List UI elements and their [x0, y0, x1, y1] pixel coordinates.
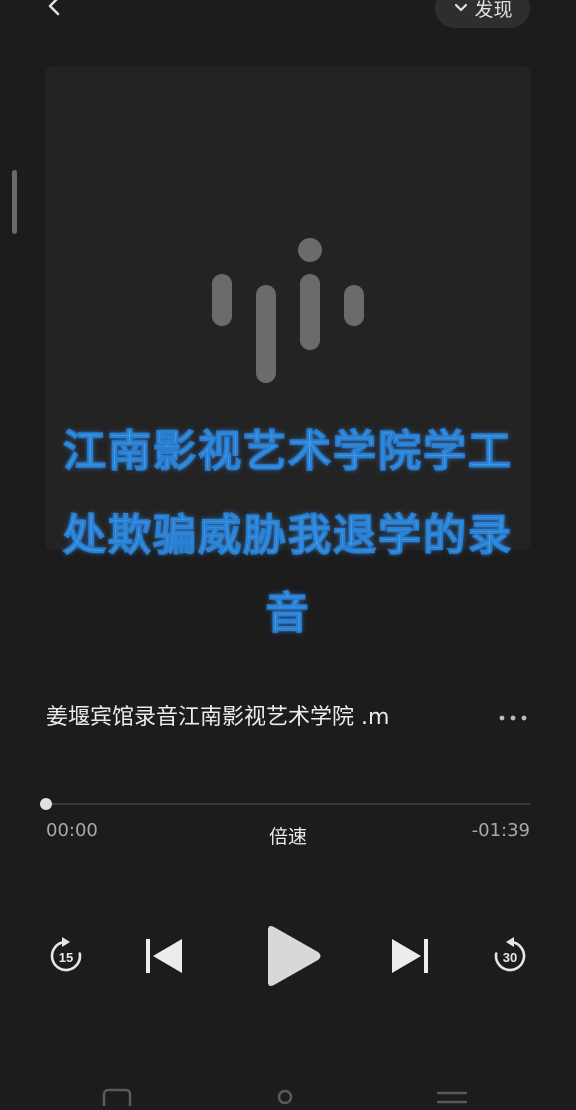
skip-next-icon	[392, 939, 428, 973]
overlay-caption-line-2: 处欺骗威胁我退学的录	[63, 511, 513, 561]
skip-previous-icon	[146, 939, 182, 973]
recents-button[interactable]	[102, 1088, 132, 1110]
remaining-time: -01:39	[471, 820, 530, 841]
more-button[interactable]	[496, 706, 530, 730]
chevron-left-icon	[48, 0, 60, 16]
next-track-button[interactable]	[390, 936, 432, 976]
track-title: 姜堰宾馆录音江南影视艺术学院 .m	[46, 705, 390, 730]
rewind-15-icon: 15	[50, 937, 82, 972]
discover-button[interactable]: 发现	[435, 0, 530, 28]
overlay-caption-line-3: 音	[265, 589, 311, 639]
album-artwork	[46, 66, 530, 550]
audio-waveform-icon	[46, 66, 530, 550]
circle-icon	[277, 1089, 293, 1105]
play-button[interactable]	[262, 924, 322, 988]
playback-speed-button[interactable]: 倍速	[258, 822, 318, 849]
chevron-down-icon	[455, 3, 468, 12]
discover-label: 发现	[474, 0, 513, 21]
menu-button[interactable]	[436, 1088, 468, 1106]
rewind-15-button[interactable]: 15	[46, 934, 86, 978]
back-button[interactable]	[38, 0, 70, 26]
forward-30-icon: 30	[494, 937, 526, 972]
svg-text:15: 15	[59, 950, 73, 965]
scroll-indicator[interactable]	[12, 170, 17, 234]
play-icon	[268, 926, 321, 986]
home-button[interactable]	[276, 1088, 294, 1106]
progress-bar[interactable]	[46, 803, 530, 805]
more-horizontal-icon	[499, 715, 527, 721]
svg-text:30: 30	[503, 950, 517, 965]
previous-track-button[interactable]	[142, 936, 184, 976]
overlay-caption-line-1: 江南影视艺术学院学工	[63, 427, 513, 477]
square-icon	[102, 1088, 132, 1110]
menu-icon	[436, 1091, 468, 1104]
forward-30-button[interactable]: 30	[490, 934, 530, 978]
progress-thumb[interactable]	[40, 798, 52, 810]
elapsed-time: 00:00	[46, 820, 98, 841]
